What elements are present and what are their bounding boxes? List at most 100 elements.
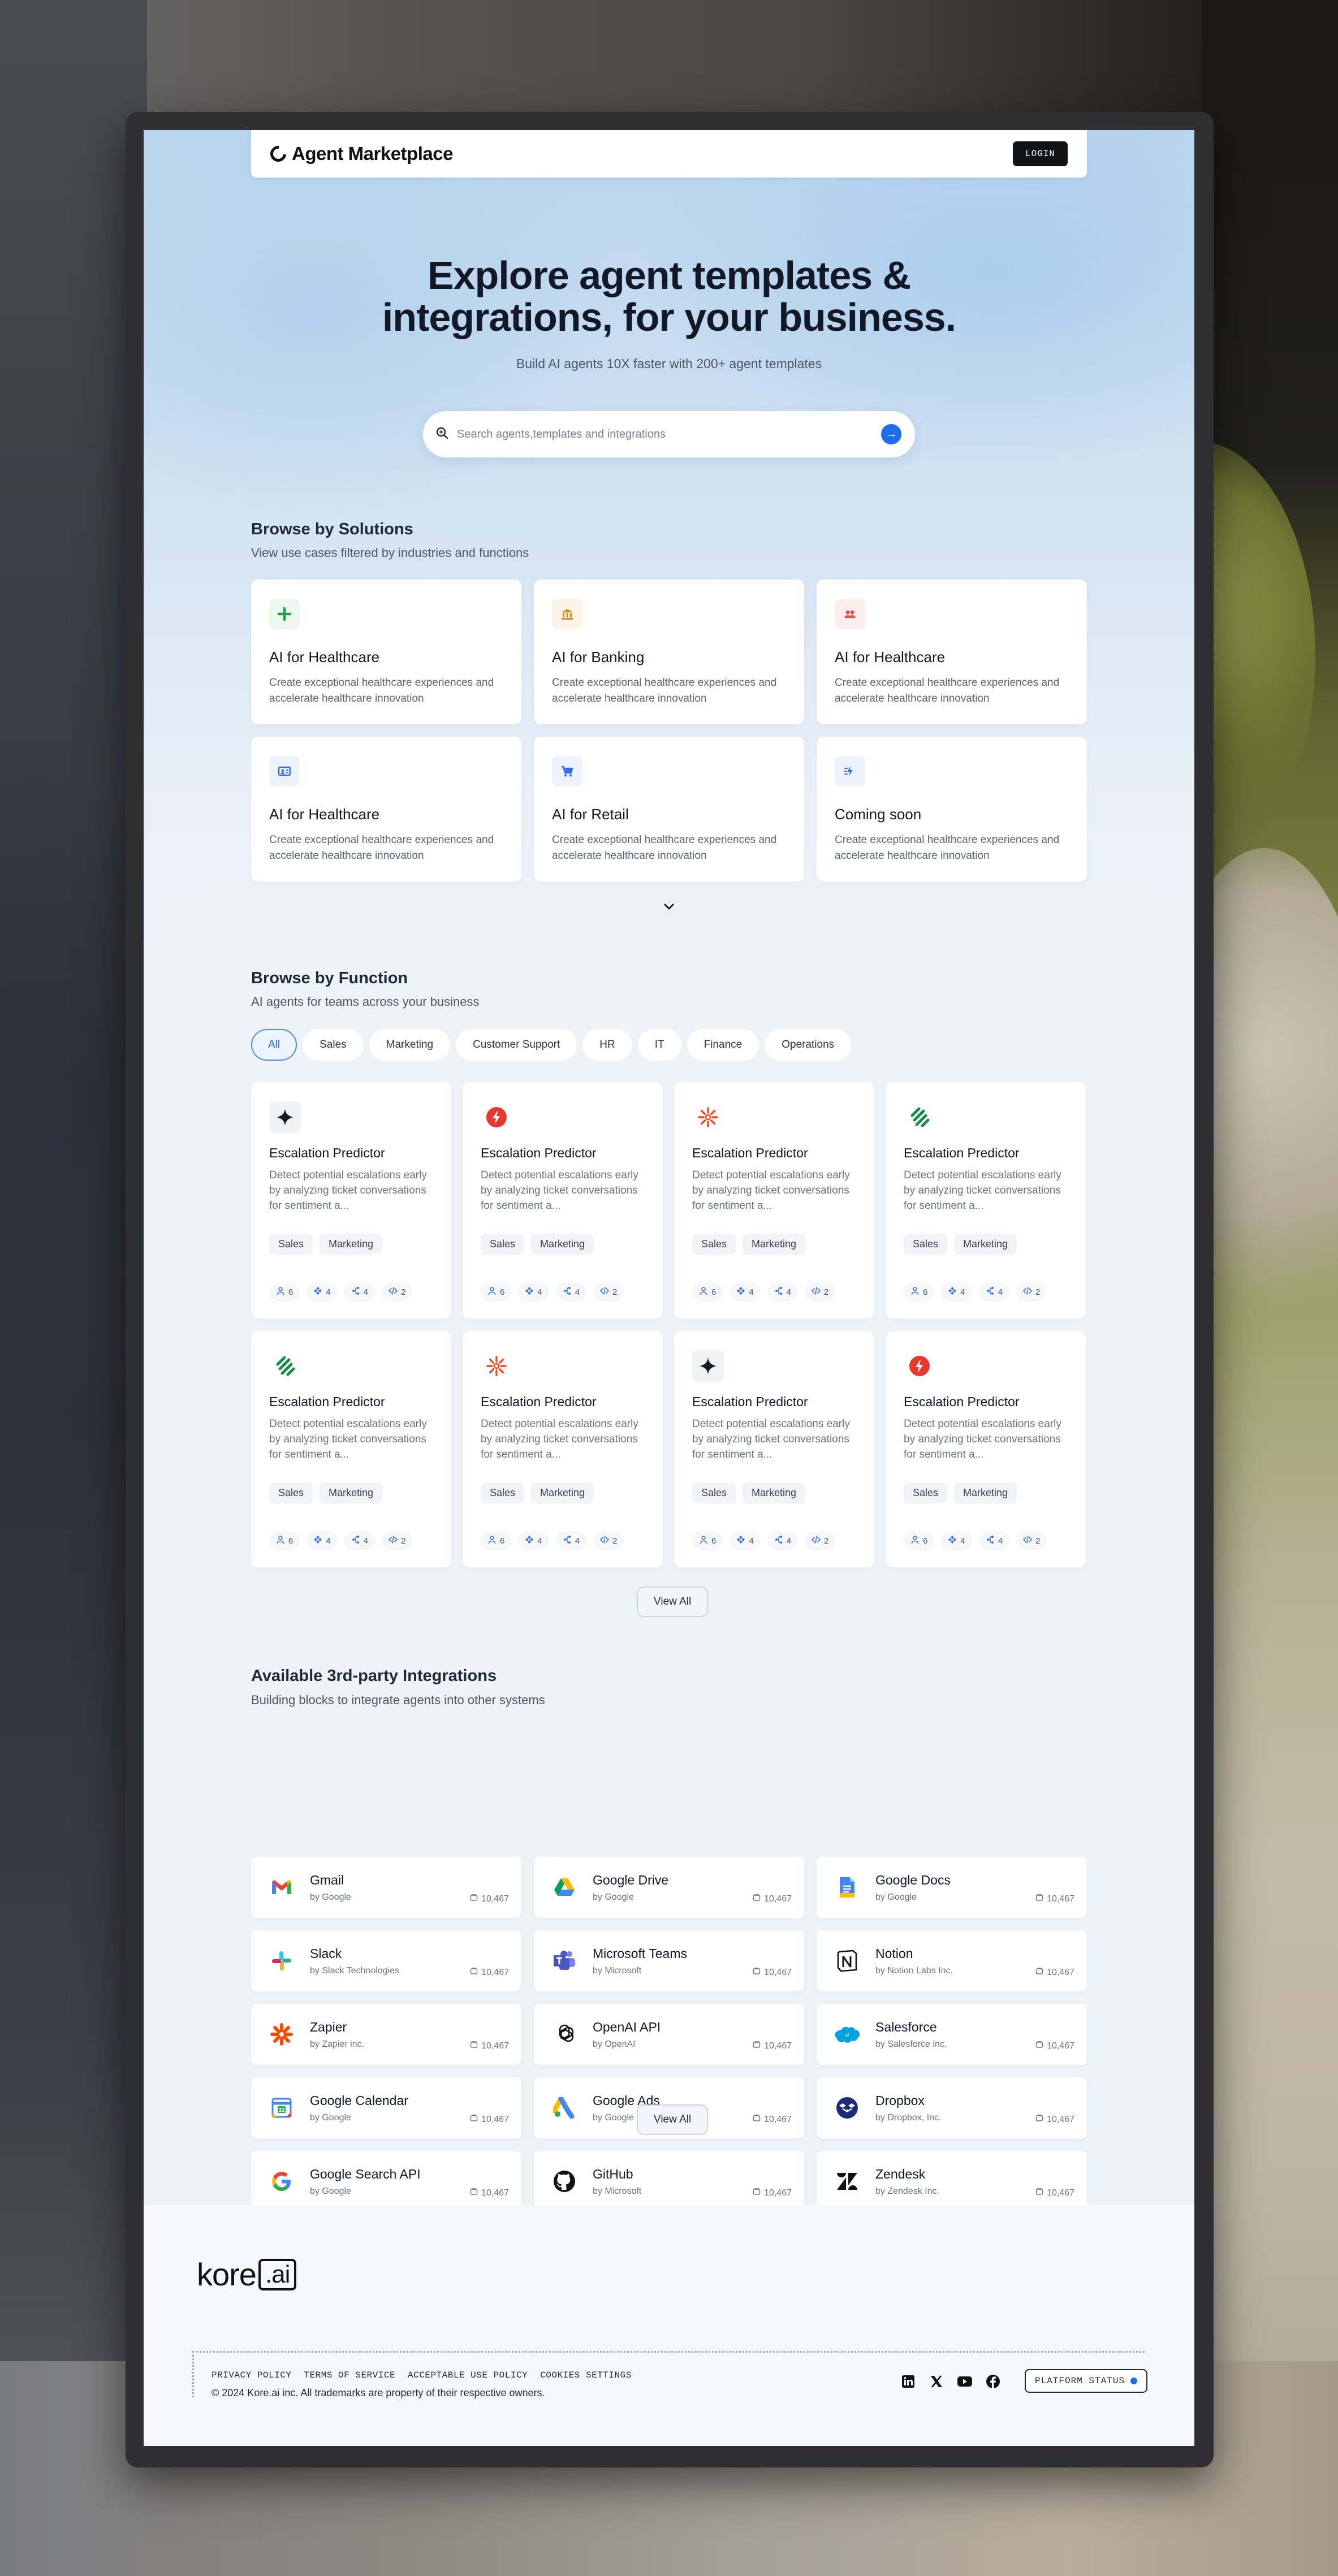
- install-count: 10,467: [470, 1894, 509, 1904]
- agent-card[interactable]: Escalation Predictor Detect potential es…: [251, 1082, 451, 1319]
- cookies-settings-link[interactable]: COOKIES SETTINGS: [540, 2370, 632, 2380]
- tag-chip[interactable]: Marketing: [743, 1234, 806, 1255]
- agent-tags: Sales Marketing: [269, 1483, 433, 1503]
- kore-logo[interactable]: kore .ai: [197, 2256, 297, 2293]
- stripes-icon: [269, 1350, 301, 1382]
- brand-logo-icon: [267, 142, 290, 165]
- agent-card[interactable]: Escalation Predictor Detect potential es…: [886, 1331, 1086, 1567]
- tab-customer-support[interactable]: Customer Support: [456, 1029, 577, 1061]
- brand[interactable]: Agent Marketplace: [267, 142, 453, 165]
- integration-card[interactable]: Gmail by Google 10,467: [251, 1857, 521, 1918]
- tag-chip[interactable]: Sales: [481, 1483, 525, 1503]
- agent-card[interactable]: Escalation Predictor Detect potential es…: [674, 1331, 874, 1567]
- users-icon: [910, 1535, 920, 1546]
- view-all-agents-button[interactable]: View All: [637, 1587, 709, 1617]
- integration-card[interactable]: Notion by Notion Labs Inc. 10,467: [817, 1930, 1087, 1991]
- integration-card[interactable]: Google Drive by Google 10,467: [534, 1857, 804, 1918]
- tag-chip[interactable]: Sales: [692, 1234, 736, 1255]
- integration-card[interactable]: sf Salesforce by Salesforce inc. 10,467: [817, 2004, 1087, 2065]
- stat-badge: 4: [978, 1531, 1010, 1550]
- tag-chip[interactable]: Sales: [269, 1483, 313, 1503]
- tag-chip[interactable]: Marketing: [954, 1234, 1017, 1255]
- footer-links: PRIVACY POLICY TERMS OF SERVICE ACCEPTAB…: [212, 2370, 632, 2380]
- download-icon: [753, 1967, 761, 1978]
- integration-card[interactable]: Microsoft Teams by Microsoft 10,467: [534, 1930, 804, 1991]
- stat-badge: 6: [692, 1531, 723, 1550]
- integration-card[interactable]: Dropbox by Dropbox, Inc. 10,467: [817, 2077, 1087, 2138]
- tag-chip[interactable]: Marketing: [531, 1234, 594, 1255]
- privacy-policy-link[interactable]: PRIVACY POLICY: [212, 2370, 291, 2380]
- install-count: 10,467: [753, 2188, 792, 2198]
- tag-chip[interactable]: Marketing: [954, 1483, 1017, 1503]
- integration-card[interactable]: Google Search API by Google 10,467: [251, 2151, 521, 2212]
- stat-value: 4: [537, 1287, 542, 1297]
- agent-card[interactable]: Escalation Predictor Detect potential es…: [463, 1082, 663, 1319]
- search-input[interactable]: [457, 427, 873, 441]
- stat-value: 2: [612, 1287, 618, 1297]
- tab-hr[interactable]: HR: [582, 1029, 632, 1061]
- components-icon: [736, 1286, 745, 1298]
- tab-operations[interactable]: Operations: [765, 1029, 852, 1061]
- solution-card[interactable]: AI for Healthcare Create exceptional hea…: [251, 580, 521, 724]
- download-icon: [470, 1894, 478, 1904]
- agent-card[interactable]: Escalation Predictor Detect potential es…: [886, 1082, 1086, 1319]
- integration-publisher: by Google: [310, 2112, 351, 2123]
- view-all-integrations-button[interactable]: View All: [637, 2104, 709, 2135]
- login-button[interactable]: LOGIN: [1012, 141, 1068, 166]
- agent-card[interactable]: Escalation Predictor Detect potential es…: [251, 1331, 451, 1567]
- tab-sales[interactable]: Sales: [303, 1029, 364, 1061]
- tag-chip[interactable]: Marketing: [531, 1483, 594, 1503]
- solution-card[interactable]: Coming soon Create exceptional healthcar…: [817, 737, 1087, 881]
- integration-card[interactable]: Zapier by Zapier inc. 10,467: [251, 2004, 521, 2065]
- tab-all[interactable]: All: [251, 1029, 297, 1061]
- tag-chip[interactable]: Marketing: [320, 1234, 383, 1255]
- tab-it[interactable]: IT: [637, 1029, 681, 1061]
- solution-title: AI for Banking: [552, 649, 645, 665]
- integration-text: Google Calendar by Google: [310, 2093, 408, 2123]
- tag-chip[interactable]: Sales: [692, 1483, 736, 1503]
- platform-status-button[interactable]: PLATFORM STATUS: [1025, 2369, 1148, 2393]
- tag-chip[interactable]: Sales: [481, 1234, 525, 1255]
- users-icon: [699, 1535, 708, 1546]
- solution-card[interactable]: AI for Retail Create exceptional healthc…: [534, 737, 804, 881]
- tag-chip[interactable]: Sales: [904, 1483, 948, 1503]
- linkedin-icon[interactable]: [900, 2374, 916, 2389]
- integration-name: Gmail: [310, 1872, 344, 1887]
- svg-text:sf: sf: [845, 2033, 849, 2038]
- tab-marketing[interactable]: Marketing: [369, 1029, 451, 1061]
- youtube-icon[interactable]: [957, 2374, 973, 2389]
- components-icon: [525, 1535, 534, 1546]
- x-twitter-icon[interactable]: [929, 2374, 944, 2389]
- integration-card[interactable]: OpenAI API by OpenAI 10,467: [534, 2004, 804, 2065]
- solution-card[interactable]: AI for Healthcare Create exceptional hea…: [817, 580, 1087, 724]
- agent-title: Escalation Predictor: [904, 1146, 1020, 1160]
- chevron-down-icon[interactable]: [661, 899, 677, 915]
- sunburst-icon: [481, 1350, 512, 1382]
- integration-name: Zapier: [310, 2019, 347, 2034]
- terms-of-service-link[interactable]: TERMS OF SERVICE: [304, 2370, 395, 2380]
- integration-publisher: by Zendesk Inc.: [875, 2186, 939, 2196]
- facebook-icon[interactable]: [985, 2374, 1001, 2389]
- integration-card[interactable]: GitHub by Microsoft 10,467: [534, 2151, 804, 2212]
- acceptable-use-policy-link[interactable]: ACCEPTABLE USE POLICY: [408, 2370, 528, 2380]
- tag-chip[interactable]: Sales: [904, 1234, 948, 1255]
- search-submit-arrow-icon[interactable]: →: [881, 424, 901, 444]
- tag-chip[interactable]: Sales: [269, 1234, 313, 1255]
- agent-card[interactable]: Escalation Predictor Detect potential es…: [674, 1082, 874, 1319]
- integration-card[interactable]: 31 Google Calendar by Google 10,467: [251, 2077, 521, 2138]
- search-bar[interactable]: →: [423, 411, 915, 457]
- tag-chip[interactable]: Marketing: [320, 1483, 383, 1503]
- components-icon: [948, 1535, 957, 1546]
- tag-chip[interactable]: Marketing: [743, 1483, 806, 1503]
- integration-card[interactable]: Google Docs by Google 10,467: [817, 1857, 1087, 1918]
- stat-value: 2: [824, 1536, 829, 1546]
- users-icon: [276, 1535, 285, 1546]
- tab-finance[interactable]: Finance: [687, 1029, 759, 1061]
- solution-card[interactable]: AI for Banking Create exceptional health…: [534, 580, 804, 724]
- stat-value: 6: [288, 1536, 294, 1546]
- integration-card[interactable]: Slack by Slack Technologies 10,467: [251, 1930, 521, 1991]
- solution-card[interactable]: AI for Healthcare Create exceptional hea…: [251, 737, 521, 881]
- agent-card[interactable]: Escalation Predictor Detect potential es…: [463, 1331, 663, 1567]
- stat-value: 6: [923, 1287, 928, 1297]
- integration-card[interactable]: Zendesk by Zendesk Inc. 10,467: [817, 2151, 1087, 2212]
